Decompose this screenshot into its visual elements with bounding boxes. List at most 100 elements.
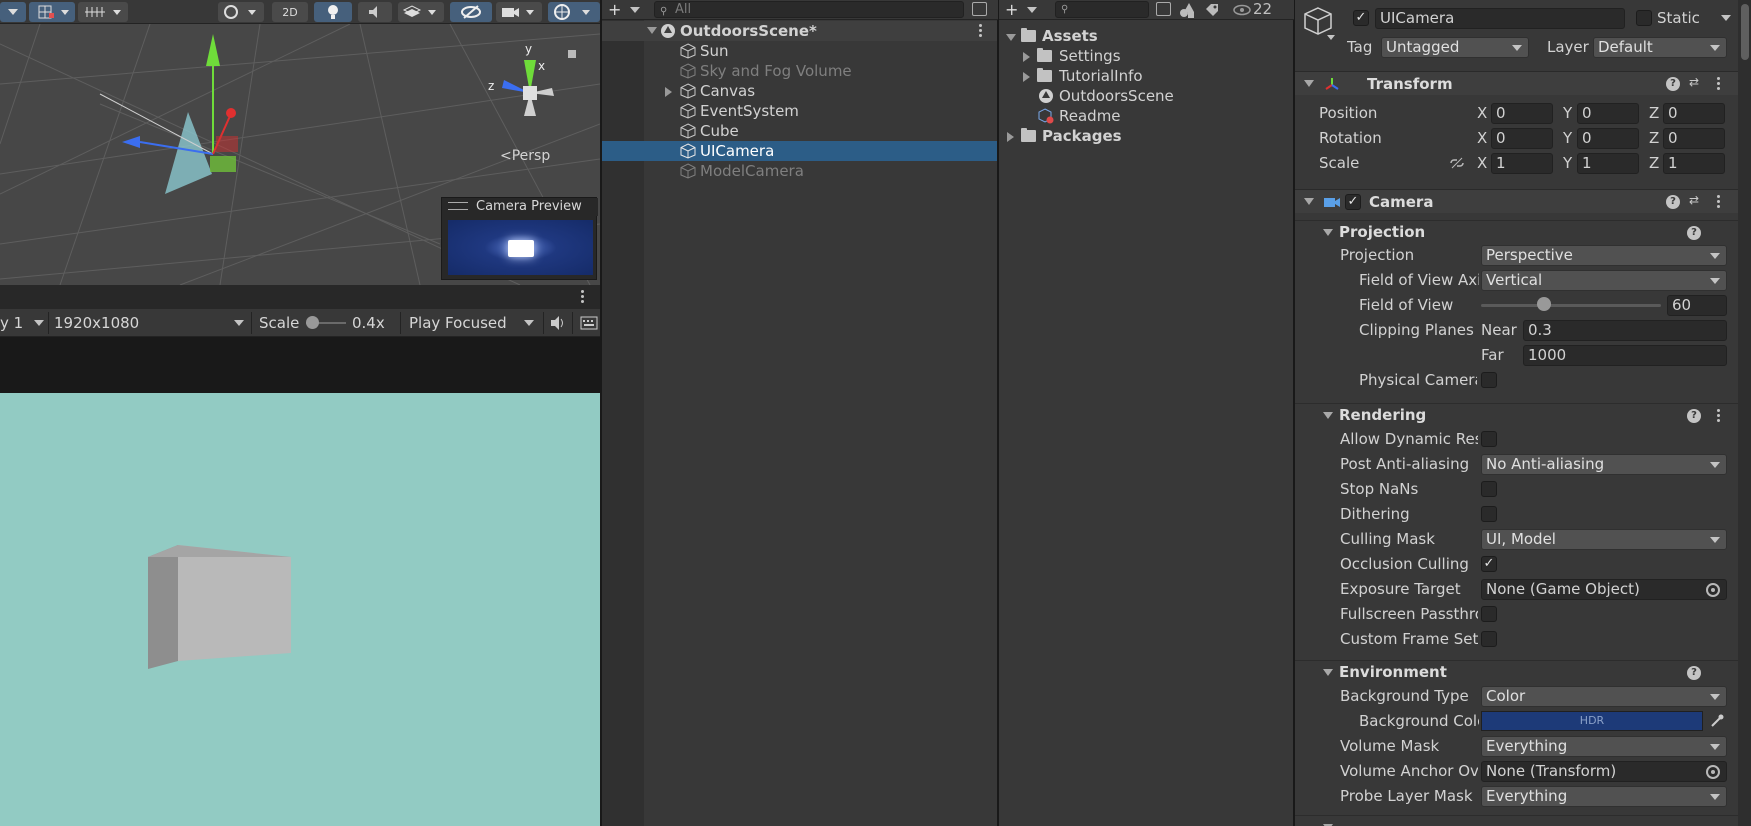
kebab-menu-icon[interactable] (1717, 77, 1721, 91)
inspector-scrollbar-thumb[interactable] (1741, 4, 1749, 60)
gizmos-button[interactable] (548, 2, 600, 22)
help-icon[interactable]: ? (1666, 77, 1680, 91)
dithering-checkbox[interactable] (1481, 506, 1497, 522)
audio-toggle-button[interactable] (358, 2, 392, 22)
tag-icon[interactable] (1205, 3, 1219, 17)
lighting-toggle-button[interactable] (314, 2, 352, 22)
kebab-menu-icon[interactable] (1717, 409, 1721, 423)
hierarchy-item-eventsystem[interactable]: EventSystem (602, 101, 997, 121)
scale-x-field[interactable]: 1 (1491, 153, 1553, 174)
play-mode-dropdown[interactable]: Play Focused (409, 309, 539, 337)
rendering-section-header[interactable]: Rendering ? (1295, 403, 1738, 425)
scene-visibility-button[interactable] (450, 2, 492, 22)
camera-component-header[interactable]: ✓ Camera ? ⇄ (1295, 189, 1738, 213)
scale-y-field[interactable]: 1 (1577, 153, 1639, 174)
kebab-menu-icon[interactable] (581, 290, 585, 304)
background-type-dropdown[interactable]: Color (1481, 686, 1727, 707)
collapse-arrow-icon[interactable] (1304, 80, 1314, 87)
snap-grid-button[interactable] (29, 2, 75, 22)
persp-toggle[interactable]: <Persp (500, 148, 550, 164)
culling-mask-dropdown[interactable]: UI, Model (1481, 529, 1727, 550)
dropdown-icon[interactable] (0, 2, 26, 22)
help-icon[interactable]: ? (1687, 409, 1701, 423)
far-field[interactable]: 1000 (1523, 345, 1727, 366)
physical-camera-checkbox[interactable] (1481, 372, 1497, 388)
collapse-arrow-icon[interactable] (1304, 198, 1314, 205)
tag-dropdown[interactable]: Untagged (1381, 37, 1529, 58)
preset-icon[interactable]: ⇄ (1689, 193, 1699, 207)
expand-arrow-icon[interactable] (1023, 52, 1030, 62)
position-z-field[interactable]: 0 (1663, 103, 1725, 124)
rotation-z-field[interactable]: 0 (1663, 128, 1725, 149)
project-item-readme[interactable]: Readme (999, 106, 1294, 126)
eye-icon[interactable] (1232, 4, 1252, 16)
project-item-outdoorsscene[interactable]: OutdoorsScene (999, 86, 1294, 106)
camera-enabled-checkbox[interactable]: ✓ (1345, 194, 1361, 210)
fullscreen-passthrough-checkbox[interactable] (1481, 606, 1497, 622)
project-item-tutorialinfo[interactable]: TutorialInfo (999, 66, 1294, 86)
rotation-x-field[interactable]: 0 (1491, 128, 1553, 149)
resolution-dropdown[interactable]: 1920x1080 (54, 309, 248, 337)
preset-icon[interactable]: ⇄ (1689, 75, 1699, 89)
projection-dropdown[interactable]: Perspective (1481, 245, 1727, 266)
object-picker-icon[interactable] (1706, 765, 1720, 779)
collapse-arrow-icon[interactable] (1323, 669, 1333, 676)
effects-toggle-button[interactable] (398, 2, 444, 22)
help-icon[interactable]: ? (1666, 195, 1680, 209)
hierarchy-item-sky-and-fog-volume[interactable]: Sky and Fog Volume (602, 61, 997, 81)
scale-slider-handle[interactable] (306, 316, 319, 329)
rotation-y-field[interactable]: 0 (1577, 128, 1639, 149)
project-item-assets[interactable]: Assets (999, 26, 1294, 46)
collapse-arrow-icon[interactable] (1323, 412, 1333, 419)
transform-component-header[interactable]: Transform ? ⇄ (1295, 71, 1738, 95)
game-viewport[interactable] (0, 393, 600, 826)
custom-frame-settings-checkbox[interactable] (1481, 631, 1497, 647)
orientation-gizmo[interactable]: y z x (480, 38, 580, 128)
fov-value-field[interactable]: 60 (1667, 295, 1727, 316)
near-field[interactable]: 0.3 (1523, 320, 1727, 341)
occlusion-culling-checkbox[interactable]: ✓ (1481, 556, 1497, 572)
2d-toggle-button[interactable]: 2D (272, 2, 308, 22)
dynamic-resolution-checkbox[interactable] (1481, 431, 1497, 447)
volume-mask-dropdown[interactable]: Everything (1481, 736, 1727, 757)
unlinked-scale-icon[interactable] (1449, 157, 1465, 169)
display-dropdown[interactable]: y 1 (0, 309, 44, 337)
create-asset-button[interactable]: + (1005, 1, 1039, 18)
expand-arrow-icon[interactable] (1006, 34, 1016, 41)
help-icon[interactable]: ? (1687, 666, 1701, 680)
create-button[interactable]: + (608, 1, 642, 18)
active-checkbox[interactable]: ✓ (1353, 10, 1369, 26)
help-icon[interactable]: ? (1687, 226, 1701, 240)
static-checkbox[interactable] (1636, 10, 1652, 26)
eyedropper-icon[interactable] (1709, 713, 1725, 729)
fov-slider-track[interactable] (1481, 304, 1661, 307)
projection-section-header[interactable]: Projection ? (1295, 220, 1738, 242)
exposure-target-field[interactable]: None (Game Object) (1481, 579, 1727, 600)
scene-root-row[interactable]: OutdoorsScene* (602, 21, 997, 41)
project-item-packages[interactable]: Packages (999, 126, 1294, 146)
layer-dropdown[interactable]: Default (1593, 37, 1727, 58)
lock-icon[interactable] (568, 50, 576, 58)
hierarchy-item-canvas[interactable]: Canvas (602, 81, 997, 101)
kebab-menu-icon[interactable] (979, 24, 983, 38)
inspector-scrollbar[interactable] (1738, 0, 1751, 826)
expand-arrow-icon[interactable] (647, 27, 657, 34)
increment-snap-button[interactable] (78, 2, 128, 22)
kebab-menu-icon[interactable] (1717, 195, 1721, 209)
search-options-icon[interactable] (972, 2, 987, 16)
icon-dropdown-caret[interactable] (1327, 35, 1335, 40)
hierarchy-item-modelcamera[interactable]: ModelCamera (602, 161, 997, 181)
shading-mode-button[interactable] (218, 2, 264, 22)
expand-arrow-icon[interactable] (1023, 72, 1030, 82)
hierarchy-item-cube[interactable]: Cube (602, 121, 997, 141)
probe-layer-mask-dropdown[interactable]: Everything (1481, 786, 1727, 807)
drag-handle-icon[interactable] (448, 202, 468, 210)
environment-section-header[interactable]: Environment ? (1295, 660, 1738, 682)
object-picker-icon[interactable] (1706, 583, 1720, 597)
collapse-arrow-icon[interactable] (1323, 229, 1333, 236)
expand-arrow-icon[interactable] (1007, 132, 1014, 142)
stats-button[interactable] (580, 309, 598, 337)
expand-arrow-icon[interactable] (665, 87, 672, 97)
scale-z-field[interactable]: 1 (1663, 153, 1725, 174)
camera-preview-overlay[interactable]: Camera Preview (441, 197, 598, 280)
